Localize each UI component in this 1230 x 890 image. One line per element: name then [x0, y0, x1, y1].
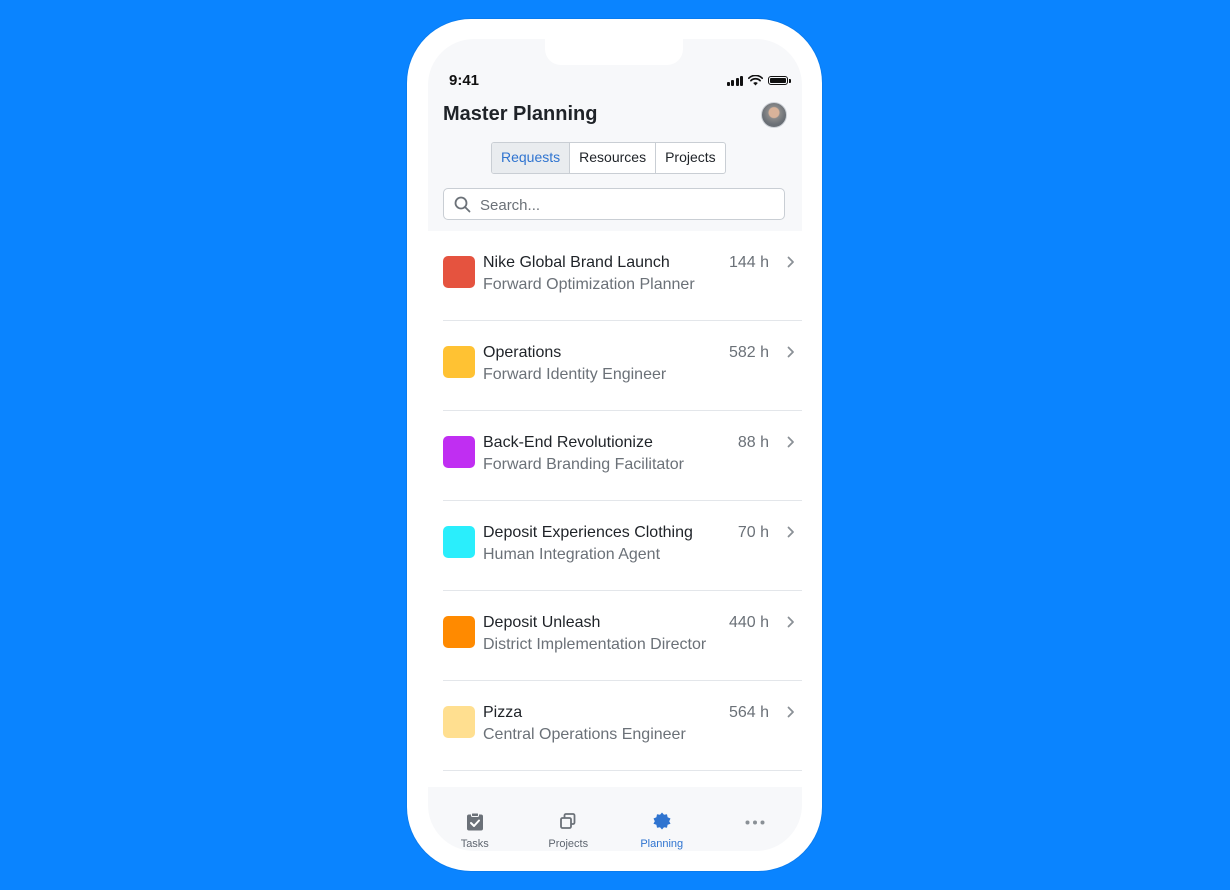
- list-item-hours: 88 h: [737, 434, 769, 451]
- list-item[interactable]: Nike Global Brand Launch Forward Optimiz…: [443, 231, 802, 321]
- list-item-subtitle: Central Operations Engineer: [483, 726, 686, 743]
- list-item-title: Deposit Experiences Clothing: [483, 524, 693, 541]
- tab-tasks-label: Tasks: [460, 838, 489, 850]
- list-item-hours: 70 h: [737, 524, 769, 541]
- list-item-hours: 144 h: [728, 254, 769, 271]
- segment-projects[interactable]: Projects: [655, 143, 725, 173]
- chevron-right-icon: [787, 526, 794, 538]
- chevron-right-icon: [787, 436, 794, 448]
- status-time: 9:41: [449, 72, 480, 89]
- request-list: Nike Global Brand Launch Forward Optimiz…: [428, 231, 802, 771]
- chevron-right-icon: [787, 346, 794, 358]
- list-item[interactable]: Back-End Revolutionize Forward Branding …: [443, 411, 802, 501]
- clipboard-check-icon: [466, 812, 483, 831]
- list-item-subtitle: District Implementation Director: [483, 636, 707, 653]
- search-input[interactable]: [478, 189, 772, 221]
- page-title: Master Planning: [443, 103, 598, 125]
- avatar[interactable]: [761, 102, 787, 128]
- search-box[interactable]: [443, 188, 785, 221]
- list-item[interactable]: Operations Forward Identity Engineer 582…: [443, 321, 802, 411]
- list-item-title: Operations: [483, 344, 562, 361]
- tab-bar: Tasks Projects Planning: [428, 787, 802, 851]
- color-swatch: [443, 436, 475, 468]
- list-item[interactable]: Pizza Central Operations Engineer 564 h: [443, 681, 802, 771]
- list-item-subtitle: Forward Optimization Planner: [483, 276, 695, 293]
- color-swatch: [443, 346, 475, 378]
- list-item[interactable]: Deposit Experiences Clothing Human Integ…: [443, 501, 802, 591]
- more-dots-icon: [745, 820, 765, 825]
- chevron-right-icon: [787, 706, 794, 718]
- list-item-subtitle: Forward Branding Facilitator: [483, 456, 684, 473]
- cellular-signal-icon: [726, 75, 743, 86]
- list-item-subtitle: Forward Identity Engineer: [483, 366, 667, 383]
- tab-projects-label: Projects: [548, 838, 589, 850]
- battery-icon: [768, 76, 791, 85]
- list-item-title: Deposit Unleash: [483, 614, 601, 631]
- list-item-title: Pizza: [483, 704, 523, 721]
- tab-planning-label: Planning: [640, 838, 684, 850]
- search-icon: [454, 196, 471, 213]
- list-item-title: Back-End Revolutionize: [483, 434, 653, 451]
- list-item-hours: 440 h: [728, 614, 769, 631]
- tab-tasks[interactable]: Tasks: [428, 787, 522, 851]
- phone-frame: 9:41 Master Planning Requests Resources …: [407, 19, 822, 871]
- color-swatch: [443, 256, 475, 288]
- status-icons: [726, 75, 791, 86]
- tab-more[interactable]: [709, 787, 803, 851]
- color-swatch: [443, 706, 475, 738]
- color-swatch: [443, 616, 475, 648]
- badge-gear-icon: [653, 812, 671, 830]
- chevron-right-icon: [787, 256, 794, 268]
- segment-requests[interactable]: Requests: [492, 143, 570, 173]
- notch: [545, 39, 683, 65]
- tab-planning[interactable]: Planning: [615, 787, 709, 851]
- segmented-control: Requests Resources Projects: [491, 142, 726, 174]
- list-item-title: Nike Global Brand Launch: [483, 254, 670, 271]
- list-item-hours: 564 h: [728, 704, 769, 721]
- list-item[interactable]: Deposit Unleash District Implementation …: [443, 591, 802, 681]
- color-swatch: [443, 526, 475, 558]
- wifi-icon: [748, 75, 763, 86]
- phone-screen: 9:41 Master Planning Requests Resources …: [428, 39, 802, 851]
- stacked-squares-icon: [560, 813, 576, 829]
- list-item-subtitle: Human Integration Agent: [483, 546, 661, 563]
- tab-projects[interactable]: Projects: [522, 787, 616, 851]
- segment-resources[interactable]: Resources: [569, 143, 655, 173]
- chevron-right-icon: [787, 616, 794, 628]
- list-item-hours: 582 h: [728, 344, 769, 361]
